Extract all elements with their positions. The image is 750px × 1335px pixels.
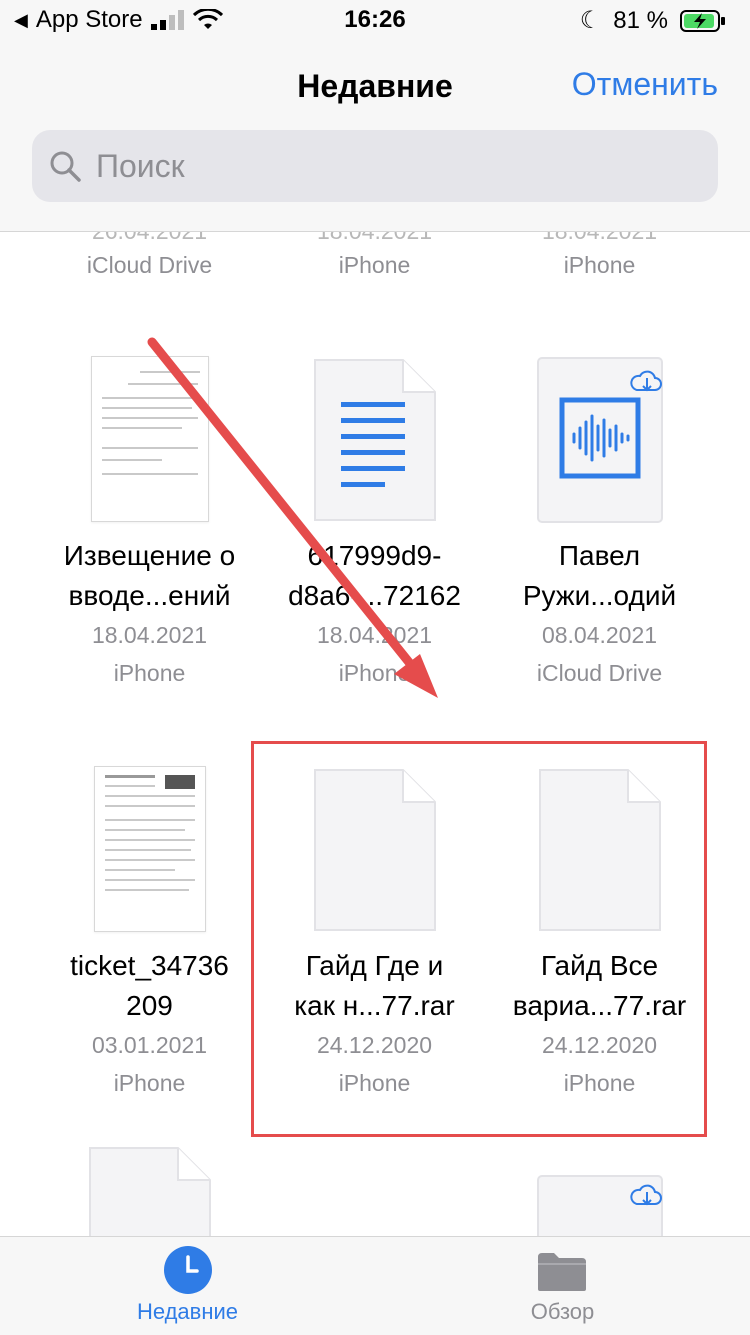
file-location: iPhone — [563, 1070, 636, 1096]
file-date: 24.12.2020 — [316, 1032, 433, 1058]
file-name-line2: d8a6-...72162 — [288, 580, 461, 611]
file-location: iPhone — [338, 252, 411, 278]
search-input[interactable] — [94, 146, 658, 186]
tab-label: Обзор — [530, 1299, 595, 1324]
document-preview-thumbnail — [90, 356, 209, 522]
battery-percent: 81 % — [613, 6, 668, 34]
file-location: iCloud Drive — [86, 252, 213, 278]
blank-file-icon — [538, 769, 661, 931]
file-item[interactable]: 617999d9- d8a6-...72162 18.04.2021 iPhon… — [262, 356, 487, 696]
blank-file-icon — [313, 769, 436, 931]
audio-file-icon — [536, 357, 663, 523]
recent-files-grid: 26.04.2021 iCloud Drive 18.04.2021 iPhon… — [0, 232, 750, 1236]
file-name-line1: Гайд Где и — [305, 950, 444, 981]
file-item[interactable]: ticket_34736 209 03.01.2021 iPhone — [37, 766, 262, 1106]
navigation-header: Недавние Отменить — [0, 44, 750, 232]
cancel-button[interactable]: Отменить — [572, 66, 718, 103]
file-name-line1: 617999d9- — [307, 540, 442, 571]
blank-file-icon[interactable] — [86, 1144, 214, 1236]
file-name-line2: Ружи...одий — [522, 580, 677, 611]
folder-icon — [538, 1253, 586, 1291]
file-item[interactable]: Гайд Где и как н...77.rar 24.12.2020 iPh… — [262, 766, 487, 1106]
status-bar: ◀ App Store 16:26 ☾ 81 % — [0, 0, 750, 44]
search-bar[interactable] — [32, 130, 718, 202]
file-location: iPhone — [563, 252, 636, 278]
file-date: 24.12.2020 — [541, 1032, 658, 1058]
file-date-partial: 18.04.2021 — [487, 232, 712, 245]
file-date-partial: 18.04.2021 — [262, 232, 487, 245]
tab-bar: Недавние Обзор — [0, 1236, 750, 1335]
moon-icon: ☾ — [579, 7, 602, 34]
file-name-line2: вариа...77.rar — [512, 990, 687, 1021]
file-item[interactable]: Павел Ружи...одий 08.04.2021 iCloud Driv… — [487, 356, 712, 696]
clock-icon — [164, 1246, 212, 1294]
file-item[interactable]: Гайд Все вариа...77.rar 24.12.2020 iPhon… — [487, 766, 712, 1106]
tab-label: Недавние — [136, 1299, 239, 1324]
file-location: iPhone — [338, 1070, 411, 1096]
text-document-icon — [313, 359, 436, 521]
file-date-partial: 26.04.2021 — [37, 232, 262, 245]
file-name-line2: как н...77.rar — [294, 990, 455, 1021]
file-name-line1: Гайд Все — [540, 950, 659, 981]
file-location: iPhone — [338, 660, 411, 686]
file-name-line2: 209 — [126, 990, 173, 1021]
cloud-file-icon[interactable] — [536, 1174, 664, 1236]
file-location: iPhone — [113, 660, 186, 686]
tab-browse[interactable]: Обзор — [375, 1237, 750, 1335]
file-date: 08.04.2021 — [541, 622, 658, 648]
status-right: ☾ 81 % — [580, 6, 726, 35]
file-item[interactable]: Извещение о вводе...ений 18.04.2021 iPho… — [37, 356, 262, 696]
tab-recent[interactable]: Недавние — [0, 1237, 375, 1335]
file-location: iPhone — [113, 1070, 186, 1096]
file-date: 18.04.2021 — [316, 622, 433, 648]
file-name-line1: Извещение о — [63, 540, 236, 571]
search-icon — [50, 151, 81, 182]
battery-charging-icon — [680, 9, 725, 32]
file-date: 18.04.2021 — [91, 622, 208, 648]
file-name-line1: Павел — [558, 540, 641, 571]
file-date: 03.01.2021 — [91, 1032, 208, 1058]
file-location: iCloud Drive — [536, 660, 663, 686]
ticket-preview-thumbnail — [93, 766, 206, 932]
file-name-line1: ticket_34736 — [70, 950, 229, 981]
file-name-line2: вводе...ений — [68, 580, 231, 611]
